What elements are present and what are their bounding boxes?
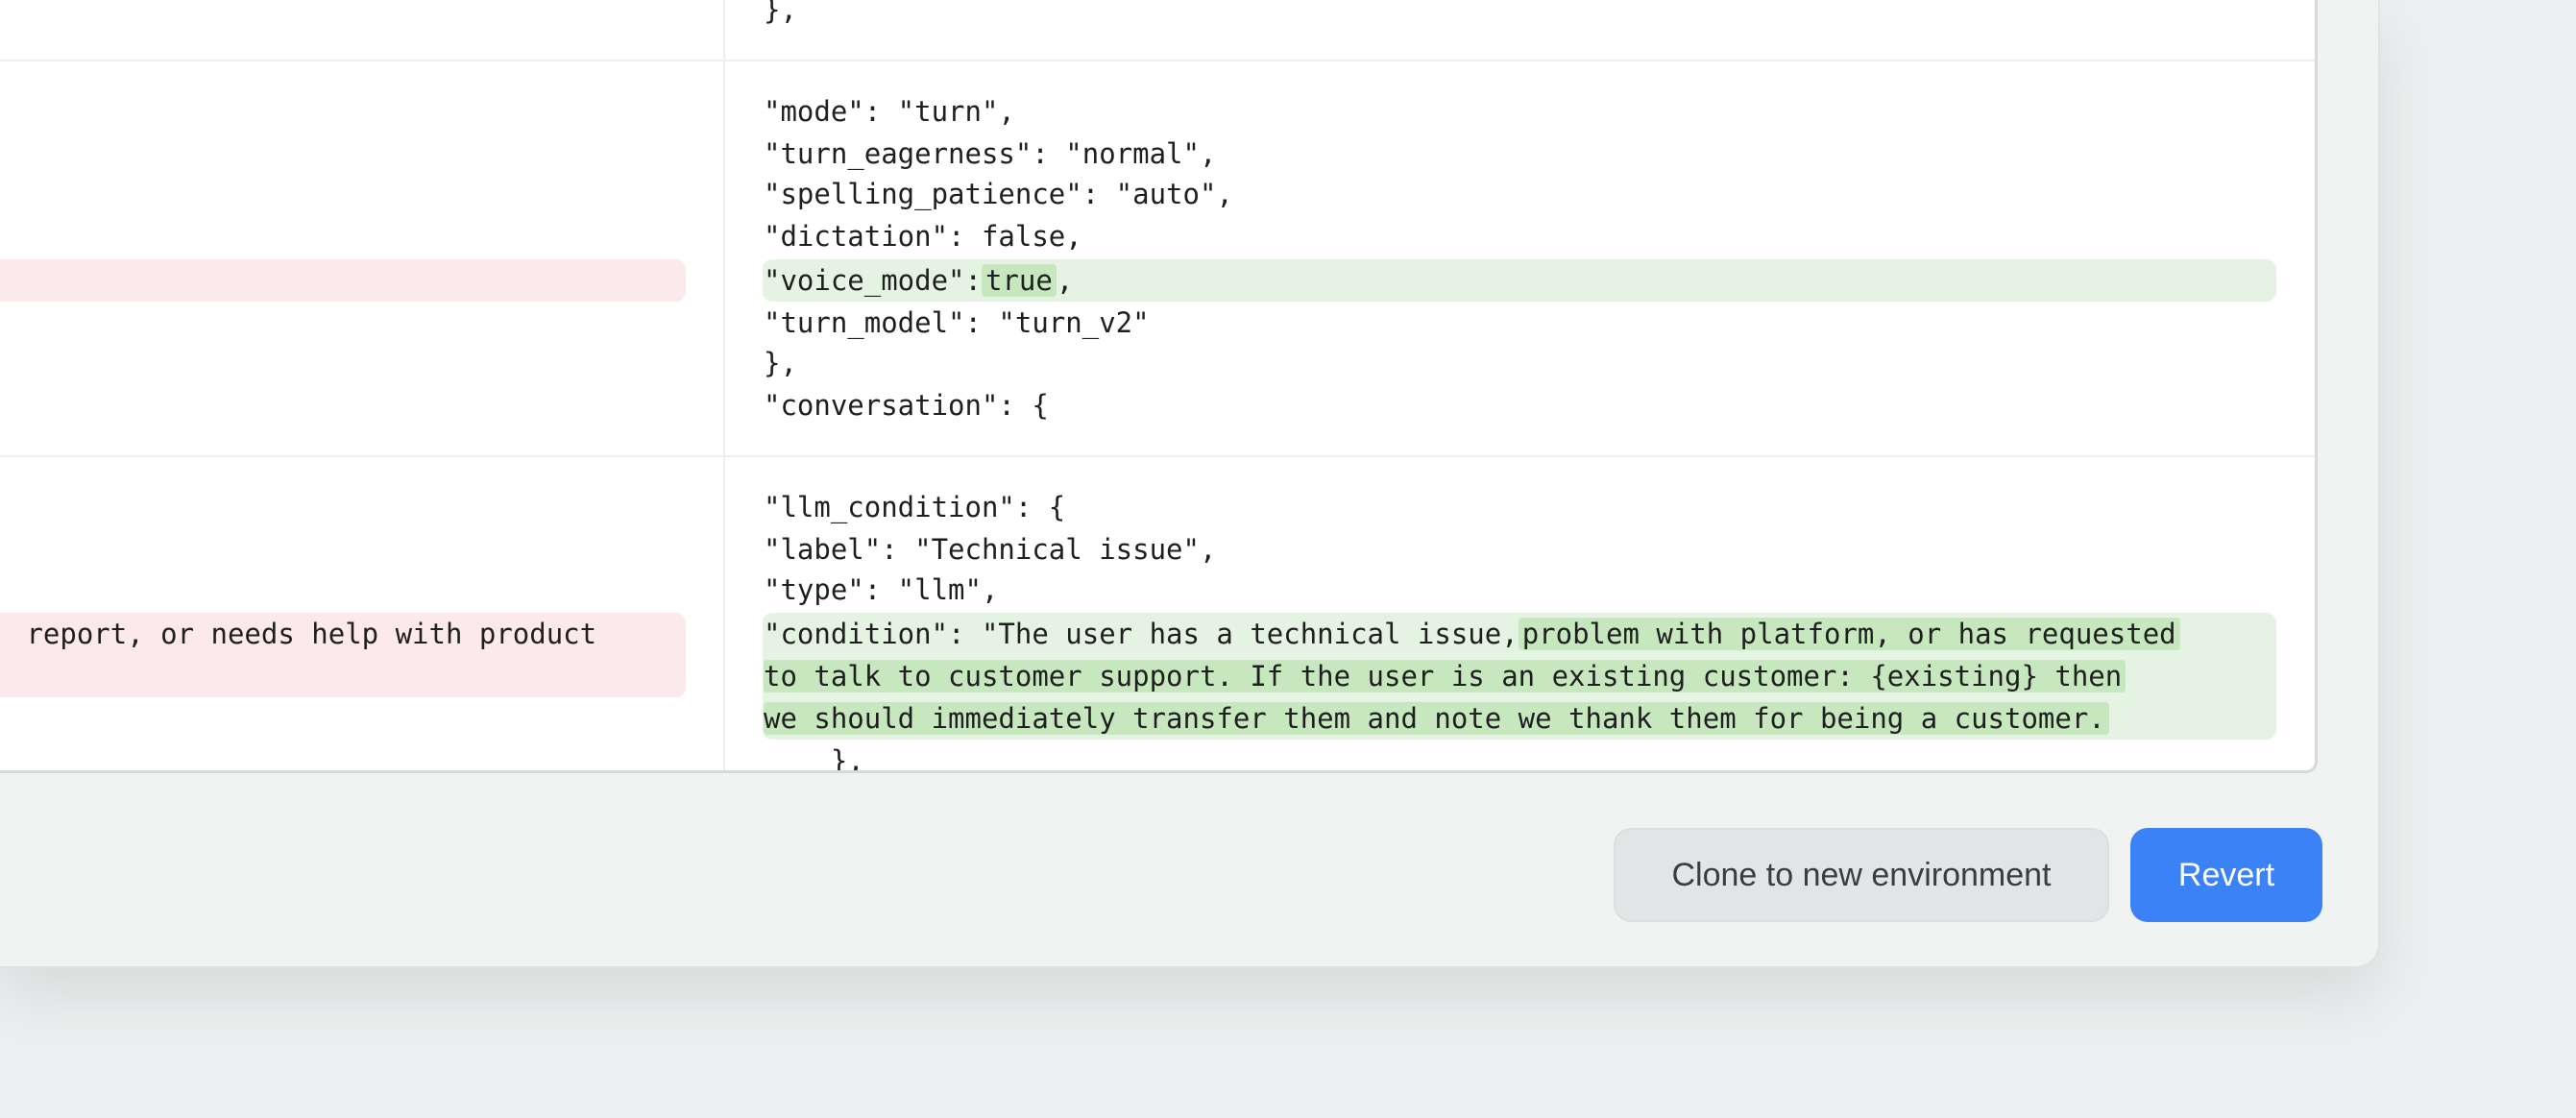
condition-prefix: "condition": "The user has a technical i…	[764, 618, 1519, 650]
changed-value: true	[981, 264, 1057, 297]
row-divider	[0, 455, 2315, 457]
column-divider	[723, 0, 725, 770]
code-line: "spelling_patience": "auto",	[764, 178, 1233, 210]
diff-panel[interactable]: }, "mode": "turn", "turn_eagerness": "no…	[0, 0, 2318, 773]
removed-line-highlight	[0, 259, 686, 302]
changed-text: we should immediately transfer them and …	[764, 702, 2109, 735]
code-line: },	[764, 0, 797, 26]
code-line: "turn_model": "turn_v2"	[764, 306, 1150, 339]
code-line: "mode": "turn",	[764, 95, 1015, 128]
added-code-line: "condition": "The user has a technical i…	[764, 613, 2180, 655]
code-line: "label": "Technical issue",	[764, 533, 1217, 566]
code-line: },	[764, 347, 797, 379]
row-divider	[0, 60, 2315, 61]
clone-to-new-environment-button[interactable]: Clone to new environment	[1614, 828, 2109, 922]
changed-text: problem with platform, or has requested	[1518, 618, 2180, 650]
code-line: "llm_condition": {	[764, 491, 1066, 523]
voice-mode-key: "voice_mode":	[764, 264, 982, 297]
added-code-line: "voice_mode": true,	[764, 259, 1073, 302]
code-line: "turn_eagerness": "normal",	[764, 137, 1217, 170]
code-line: "conversation": {	[764, 389, 1049, 422]
code-line: "dictation": false,	[764, 220, 1082, 253]
added-code-line: to talk to customer support. If the user…	[764, 655, 2126, 697]
changed-text: to talk to customer support. If the user…	[764, 660, 2126, 693]
code-line: },	[764, 744, 864, 773]
added-code-line: we should immediately transfer them and …	[764, 697, 2109, 740]
removed-code-line: report, or needs help with product	[10, 618, 597, 650]
code-line: "type": "llm",	[764, 573, 999, 606]
revert-button[interactable]: Revert	[2130, 828, 2322, 922]
code-punctuation: ,	[1056, 264, 1074, 297]
